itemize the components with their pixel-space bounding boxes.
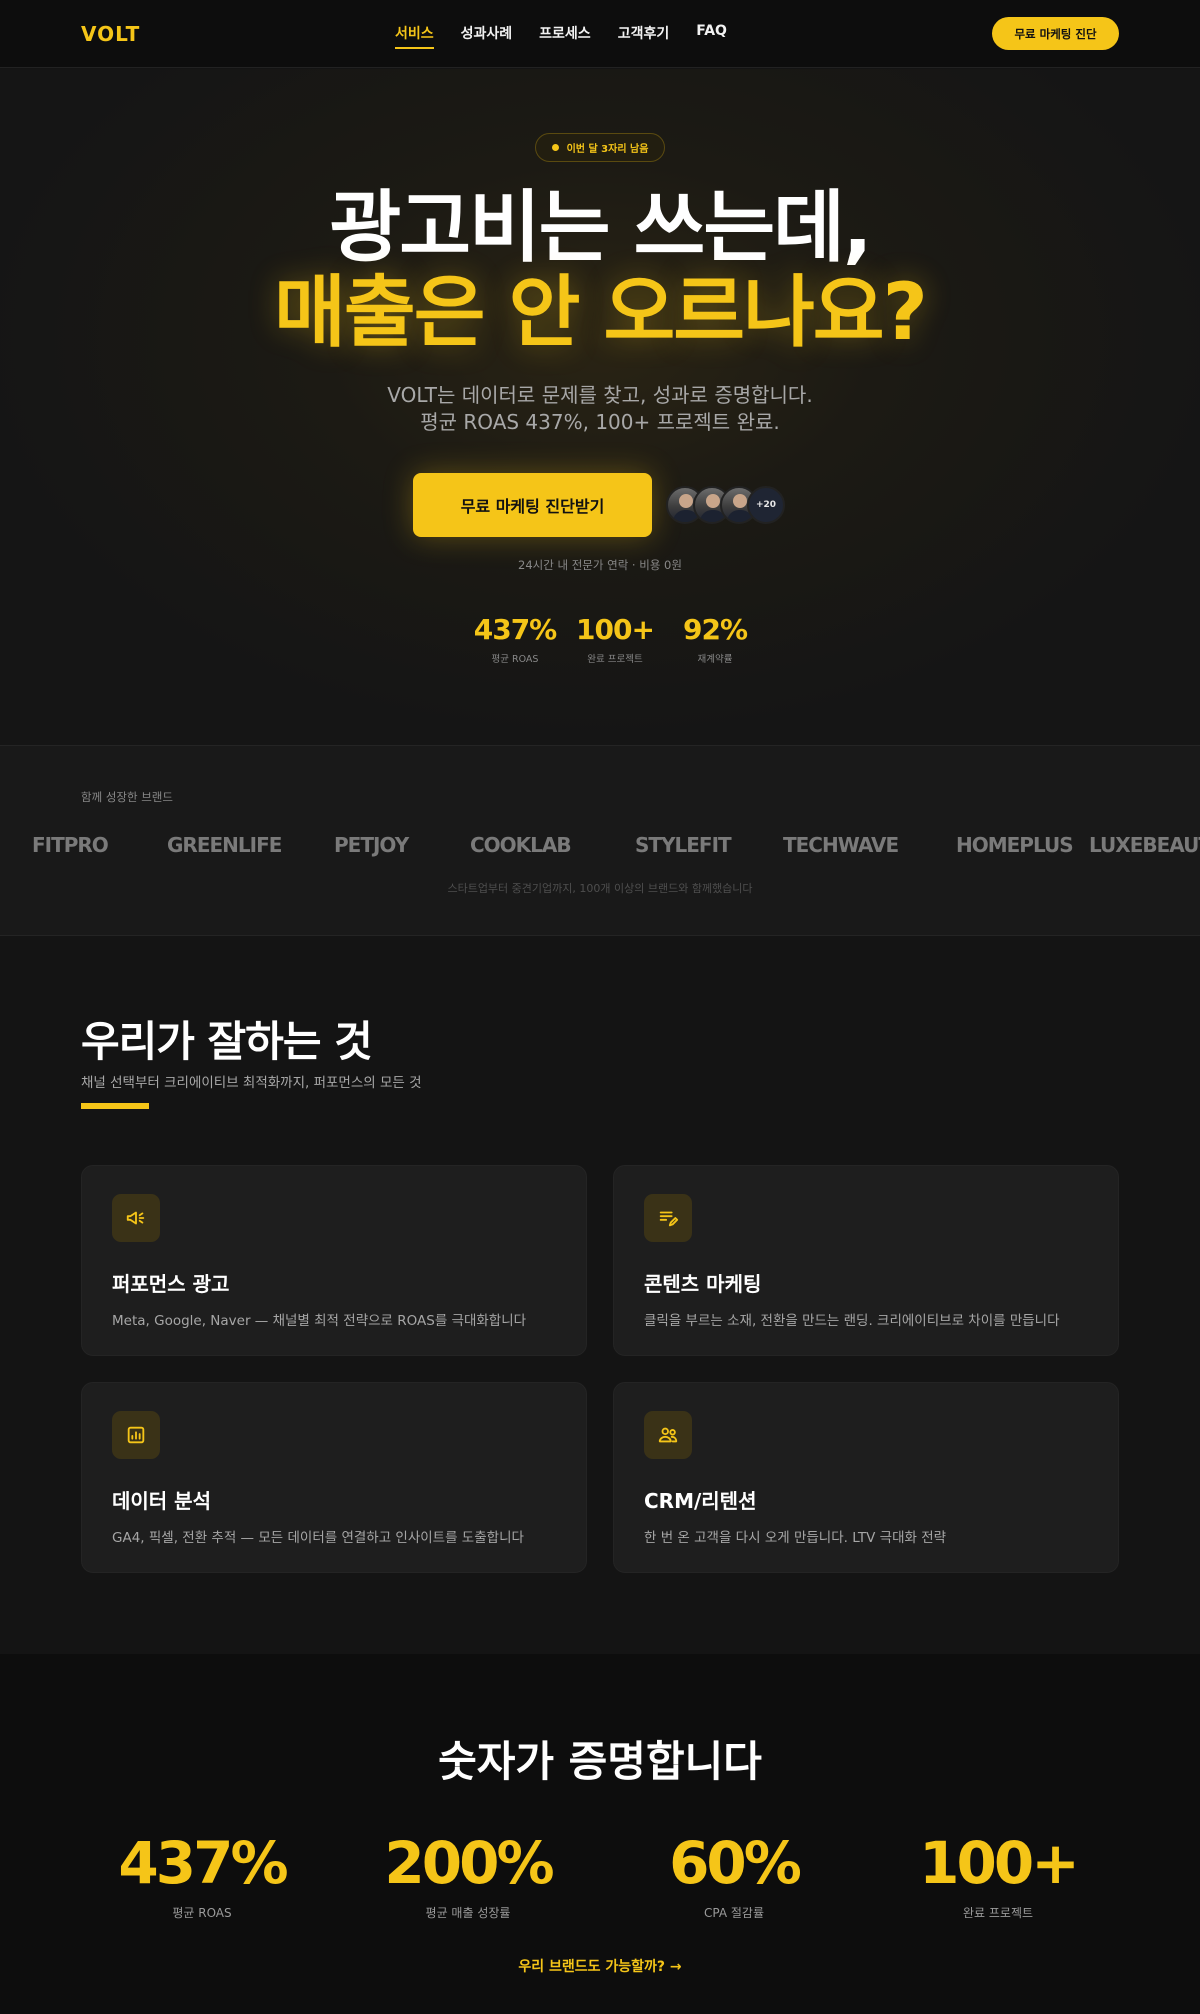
badge-dot-icon	[551, 144, 559, 151]
nav-cta-button[interactable]: 무료 마케팅 진단	[992, 17, 1119, 50]
hero-stat-value: 437%	[473, 613, 558, 646]
service-card-desc: GA4, 픽셀, 전환 추적 — 모든 데이터를 연결하고 인사이트를 도출합니…	[112, 1530, 524, 1546]
hero-stat-label: 평균 ROAS	[491, 654, 539, 665]
stat-item: 100+ 완료 프로젝트	[898, 1830, 1098, 1921]
service-card-title: CRM/리텐션	[644, 1489, 757, 1513]
service-card-crm[interactable]: CRM/리텐션 한 번 온 고객을 다시 오게 만듭니다. LTV 극대화 전략	[613, 1382, 1119, 1573]
stat-value: 200%	[384, 1829, 554, 1897]
hero-stat-value: 100+	[576, 613, 655, 646]
brands-label: 함께 성장한 브랜드	[81, 790, 173, 804]
brands-section: 함께 성장한 브랜드 FITPRO GREENLIFE PETJOY COOKL…	[0, 745, 1200, 936]
hero-subtitle-line1: VOLT는 데이터로 문제를 찾고, 성과로 증명합니다.	[387, 383, 813, 407]
stat-label: CPA 절감률	[704, 1906, 764, 1920]
avatar-more-count: +20	[747, 486, 785, 524]
stat-value: 60%	[669, 1829, 802, 1897]
service-card-desc: Meta, Google, Naver — 채널별 최적 전략으로 ROAS를 …	[112, 1313, 527, 1329]
logo[interactable]: VOLT	[81, 22, 140, 46]
services-title: 우리가 잘하는 것	[81, 1017, 373, 1066]
brand-logo: PETJOY	[334, 833, 409, 857]
service-card-title: 콘텐츠 마케팅	[644, 1272, 762, 1296]
availability-badge: 이번 달 3자리 남음	[535, 133, 665, 162]
brand-logo: GREENLIFE	[167, 833, 282, 857]
service-card-title: 데이터 분석	[112, 1489, 211, 1513]
stat-item: 200% 평균 매출 성장률	[368, 1830, 568, 1921]
hero-headline-line1: 광고비는 쓰는데,	[329, 183, 872, 273]
stat-label: 평균 ROAS	[172, 1906, 232, 1920]
stat-value: 100+	[919, 1829, 1080, 1897]
stats-title: 숫자가 증명합니다	[438, 1737, 762, 1786]
hero-stat: 92% 재계약률	[665, 613, 765, 665]
nav-item-faq[interactable]: FAQ	[696, 23, 727, 49]
brand-logo: COOKLAB	[470, 833, 572, 857]
service-card-content[interactable]: 콘텐츠 마케팅 클릭을 부르는 소재, 전환을 만드는 랜딩. 크리에이티브로 …	[613, 1165, 1119, 1356]
nav-item-reviews[interactable]: 고객후기	[618, 23, 670, 49]
hero-stat-label: 재계약률	[697, 654, 733, 665]
nav-menu: 서비스 성과사례 프로세스 고객후기 FAQ	[395, 23, 727, 49]
stat-label: 완료 프로젝트	[962, 1906, 1034, 1920]
top-nav: VOLT 서비스 성과사례 프로세스 고객후기 FAQ 무료 마케팅 진단	[0, 0, 1200, 68]
megaphone-icon	[112, 1194, 160, 1242]
hero-subtitle-line2: 평균 ROAS 437%, 100+ 프로젝트 완료.	[420, 410, 780, 434]
users-icon	[644, 1411, 692, 1459]
brands-note: 스타트업부터 중견기업까지, 100개 이상의 브랜드와 함께했습니다	[447, 882, 753, 895]
stat-item: 60% CPA 절감률	[634, 1830, 834, 1921]
hero-cta-button[interactable]: 무료 마케팅 진단받기	[413, 473, 652, 537]
nav-item-services[interactable]: 서비스	[395, 23, 434, 49]
hero-section: 이번 달 3자리 남음 광고비는 쓰는데, 매출은 안 오르나요? VOLT는 …	[0, 69, 1200, 745]
brand-logo: HOMEPLUS	[956, 833, 1074, 857]
hero-stat-label: 완료 프로젝트	[587, 654, 643, 665]
nav-item-process[interactable]: 프로세스	[539, 23, 591, 49]
hero-note: 24시간 내 전문가 연락 · 비용 0원	[518, 558, 682, 572]
services-section: 우리가 잘하는 것 채널 선택부터 크리에이티브 최적화까지, 퍼포먼스의 모든…	[0, 936, 1200, 1654]
brand-logo: STYLEFIT	[635, 833, 732, 857]
stats-section: 숫자가 증명합니다 437% 평균 ROAS 200% 평균 매출 성장률 60…	[0, 1654, 1200, 2014]
service-card-title: 퍼포먼스 광고	[112, 1272, 230, 1296]
title-underline	[81, 1103, 149, 1109]
services-subtitle: 채널 선택부터 크리에이티브 최적화까지, 퍼포먼스의 모든 것	[81, 1075, 422, 1091]
service-card-performance[interactable]: 퍼포먼스 광고 Meta, Google, Naver — 채널별 최적 전략으…	[81, 1165, 587, 1356]
hero-stat: 100+ 완료 프로젝트	[565, 613, 665, 665]
hero-headline-line2: 매출은 안 오르나요?	[274, 268, 928, 358]
brand-logo: TECHWAVE	[783, 833, 899, 857]
badge-label: 이번 달 3자리 남음	[566, 144, 649, 155]
service-card-desc: 클릭을 부르는 소재, 전환을 만드는 랜딩. 크리에이티브로 차이를 만듭니다	[644, 1313, 1060, 1329]
service-card-analytics[interactable]: 데이터 분석 GA4, 픽셀, 전환 추적 — 모든 데이터를 연결하고 인사이…	[81, 1382, 587, 1573]
hero-stats: 437% 평균 ROAS 100+ 완료 프로젝트 92% 재계약률	[465, 613, 765, 665]
brand-logo: FITPRO	[32, 833, 109, 857]
stat-label: 평균 매출 성장률	[425, 1906, 511, 1920]
hero-stat: 437% 평균 ROAS	[465, 613, 565, 665]
service-card-desc: 한 번 온 고객을 다시 오게 만듭니다. LTV 극대화 전략	[644, 1530, 947, 1546]
brand-logo: LUXEBEAUT	[1089, 833, 1200, 857]
stat-value: 437%	[118, 1829, 288, 1897]
nav-item-cases[interactable]: 성과사례	[461, 23, 513, 49]
stat-item: 437% 평균 ROAS	[102, 1830, 302, 1921]
bar-chart-icon	[112, 1411, 160, 1459]
cta-link[interactable]: 우리 브랜드도 가능할까? →	[0, 1956, 1200, 1976]
hero-stat-value: 92%	[682, 613, 748, 646]
edit-note-icon	[644, 1194, 692, 1242]
